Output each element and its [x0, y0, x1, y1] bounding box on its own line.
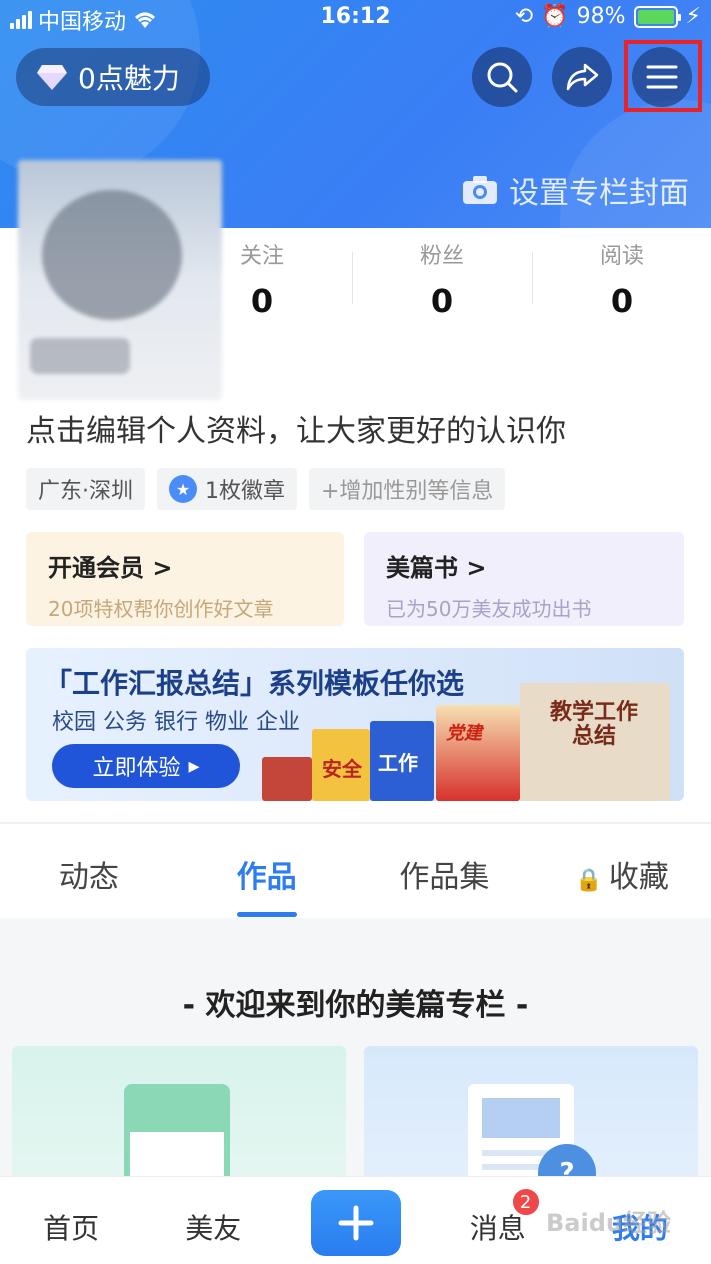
stat-value: 0: [610, 282, 634, 320]
badges-label: 1枚徽章: [205, 479, 285, 504]
tab-activity[interactable]: 动态: [0, 830, 178, 918]
alarm-icon: ⏰: [541, 4, 569, 29]
unread-badge: 2: [510, 1187, 541, 1217]
bottom-nav: 首页 美友 消息 2 我的 Baidu经验: [0, 1176, 711, 1264]
location-label: 广东·深圳: [38, 479, 133, 504]
profile-tags: 广东·深圳 ★ 1枚徽章 +增加性别等信息: [26, 468, 506, 510]
stat-label: 关注: [239, 244, 284, 269]
camera-icon: [463, 176, 497, 204]
tab-favorites[interactable]: 🔒 收藏: [533, 830, 711, 918]
vip-title: 开通会员 >: [48, 554, 173, 582]
banner-title: 「工作汇报总结」系列模板任你选: [44, 667, 465, 700]
share-icon: [566, 63, 599, 91]
stats-row: 关注 0 粉丝 0 阅读 0: [172, 238, 711, 320]
stat-following[interactable]: 关注 0: [172, 238, 352, 320]
template-book-teaching: 教学工作总结: [520, 683, 670, 801]
battery-icon: [633, 5, 681, 28]
try-now-button[interactable]: 立即体验 ▸: [52, 744, 240, 788]
create-collection-card[interactable]: ?: [364, 1046, 698, 1176]
nav-friends[interactable]: 美友: [142, 1177, 284, 1264]
create-article-card[interactable]: [12, 1046, 346, 1176]
template-book-red: [262, 757, 312, 801]
lock-icon: 🔒: [575, 868, 603, 893]
charm-points-button[interactable]: 0点魅力: [16, 48, 210, 106]
diamond-icon: [37, 65, 67, 90]
phone-illustration-icon: [124, 1084, 230, 1176]
add-info-label: +增加性别等信息: [321, 479, 494, 504]
book-promo-card[interactable]: 美篇书 > 已为50万美友成功出书: [364, 532, 684, 626]
star-badge-icon: ★: [169, 475, 197, 503]
badges-tag[interactable]: ★ 1枚徽章: [157, 468, 297, 510]
try-now-label: 立即体验: [92, 756, 181, 781]
search-button[interactable]: [472, 47, 532, 107]
search-icon: [487, 62, 518, 93]
template-book-party: 党建: [436, 705, 520, 801]
stat-label: 粉丝: [419, 244, 464, 269]
create-button[interactable]: [310, 1190, 401, 1256]
divider: [0, 822, 711, 824]
share-button[interactable]: [552, 47, 612, 107]
watermark: Baidu经验: [546, 1209, 671, 1237]
battery-percent: 98%: [576, 4, 626, 29]
charm-points-label: 0点魅力: [78, 62, 180, 95]
add-info-tag[interactable]: +增加性别等信息: [309, 468, 506, 510]
stat-value: 0: [250, 282, 274, 320]
vip-promo-card[interactable]: 开通会员 > 20项特权帮你创作好文章: [26, 532, 344, 626]
menu-highlight-box: [624, 40, 702, 112]
book-title: 美篇书 >: [386, 554, 487, 582]
tab-collections[interactable]: 作品集: [356, 830, 534, 918]
stat-reads[interactable]: 阅读 0: [532, 238, 711, 320]
nav-home[interactable]: 首页: [0, 1177, 142, 1264]
location-tag[interactable]: 广东·深圳: [26, 468, 145, 510]
nav-create[interactable]: [284, 1177, 426, 1264]
rotation-lock-icon: ⟲: [514, 4, 534, 29]
set-cover-label: 设置专栏封面: [509, 176, 689, 211]
book-subtitle: 已为50万美友成功出书: [386, 597, 592, 621]
welcome-heading: - 欢迎来到你的美篇专栏 -: [182, 988, 529, 1023]
plus-icon: [338, 1205, 373, 1241]
vip-subtitle: 20项特权帮你创作好文章: [48, 597, 274, 621]
set-cover-button[interactable]: 设置专栏封面: [461, 168, 689, 212]
stat-label: 阅读: [599, 244, 644, 269]
stat-fans[interactable]: 粉丝 0: [352, 238, 532, 320]
stat-value: 0: [430, 282, 454, 320]
template-book-work: 工作: [370, 721, 434, 801]
template-banner[interactable]: 「工作汇报总结」系列模板任你选 校园 公务 银行 物业 企业 立即体验 ▸ 安全…: [26, 648, 684, 801]
play-arrow-icon: ▸: [188, 753, 200, 779]
edit-profile-prompt[interactable]: 点击编辑个人资料，让大家更好的认识你: [26, 406, 566, 450]
banner-subtitle: 校园 公务 银行 物业 企业: [52, 710, 300, 735]
template-book-safety: 安全: [312, 729, 370, 801]
profile-tabs: 动态 作品 作品集 🔒 收藏: [0, 830, 711, 918]
tab-works[interactable]: 作品: [178, 830, 356, 918]
charging-icon: ⚡: [685, 4, 701, 29]
column-content: - 欢迎来到你的美篇专栏 - ?: [0, 918, 711, 1176]
status-bar: 中国移动 16:12 ⟲ ⏰ 98% ⚡: [0, 0, 711, 36]
